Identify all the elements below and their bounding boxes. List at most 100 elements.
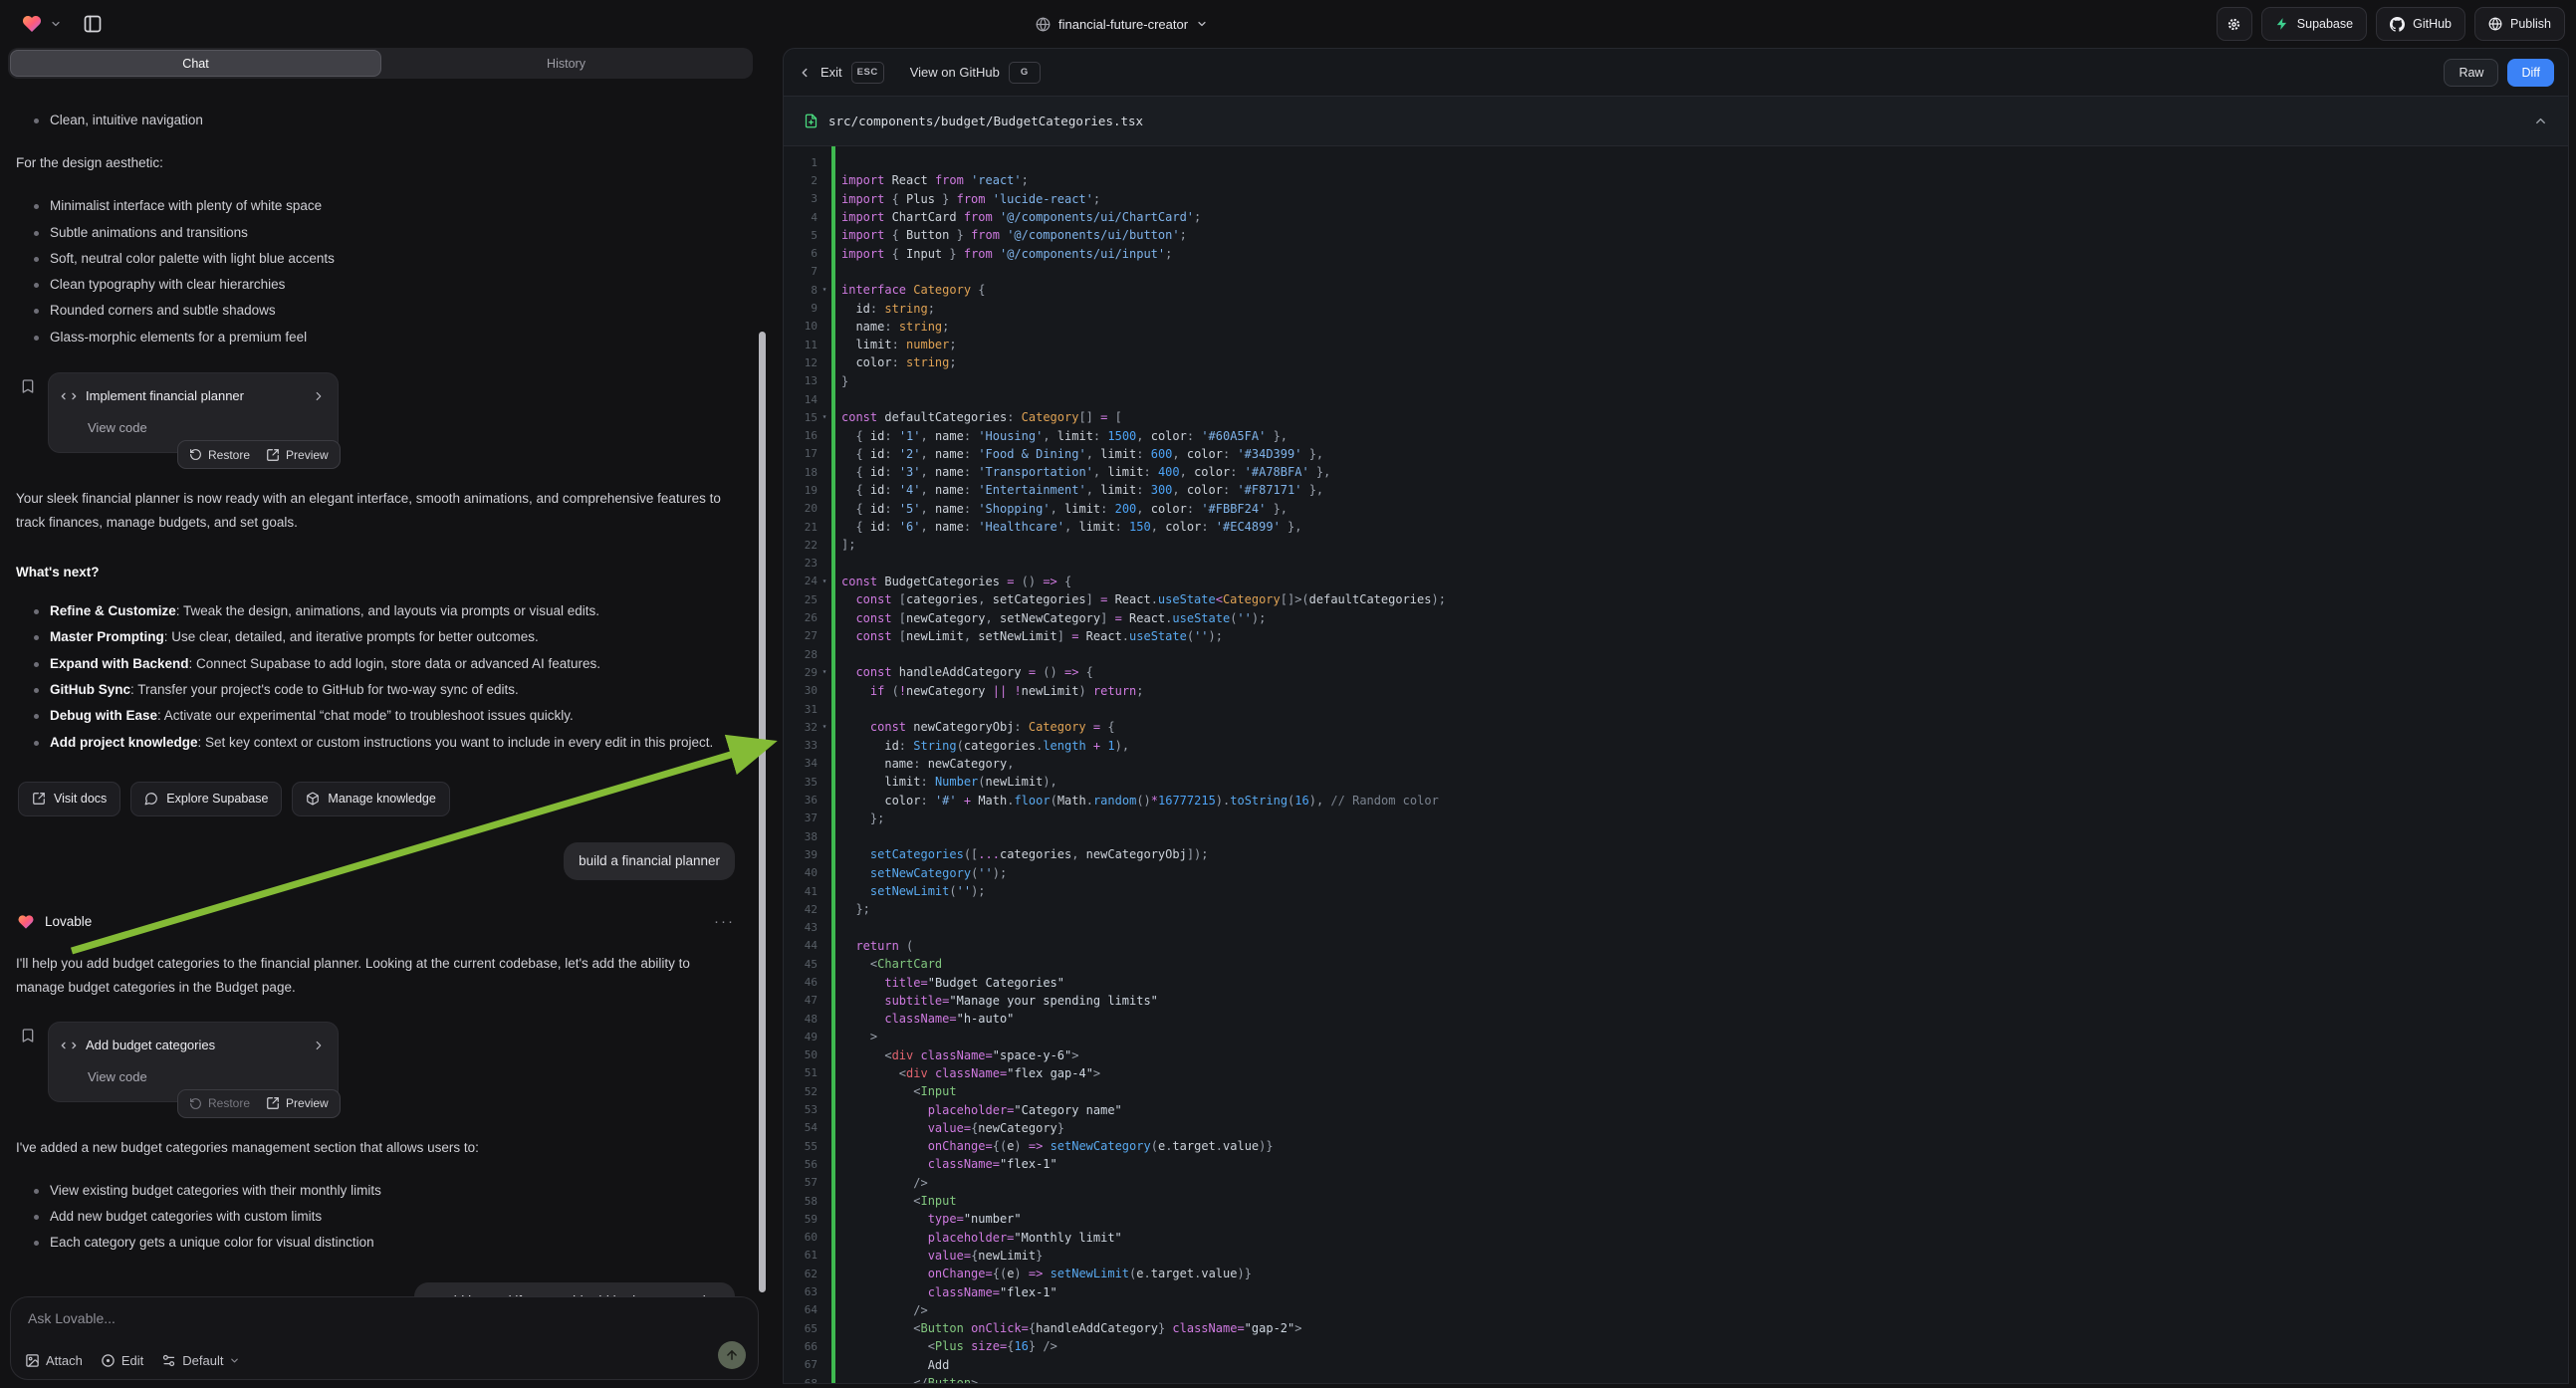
code-line: 34 name: newCategory, xyxy=(784,755,2568,773)
chat-paragraph: I'll help you add budget categories to t… xyxy=(16,952,735,1000)
code-line: 16 { id: '1', name: 'Housing', limit: 15… xyxy=(784,426,2568,444)
line-number: 50 xyxy=(784,1048,818,1061)
list-item: Debug with Ease: Activate our experiment… xyxy=(26,703,735,729)
chat-input[interactable]: Ask Lovable... xyxy=(28,1310,116,1326)
exit-button[interactable]: Exit ESC xyxy=(798,62,884,84)
tab-history[interactable]: History xyxy=(381,50,751,77)
bullet-dot xyxy=(34,257,39,262)
sidebar-toggle-button[interactable] xyxy=(78,9,108,39)
list-item: Expand with Backend: Connect Supabase to… xyxy=(26,651,735,677)
code-line: 26 const [newCategory, setNewCategory] =… xyxy=(784,608,2568,626)
manage-knowledge-button[interactable]: Manage knowledge xyxy=(292,782,449,816)
preview-button[interactable]: Preview xyxy=(266,443,329,467)
sliders-icon xyxy=(161,1353,176,1368)
settings-button[interactable] xyxy=(2217,7,2252,41)
restore-label: Restore xyxy=(208,1091,250,1115)
visit-docs-button[interactable]: Visit docs xyxy=(18,782,120,816)
code-line: 42 }; xyxy=(784,900,2568,918)
supabase-button[interactable]: Supabase xyxy=(2261,7,2367,41)
chat-paragraph: Your sleek financial planner is now read… xyxy=(16,487,735,535)
fold-toggle[interactable]: ▾ xyxy=(818,578,831,585)
code-line: 3import { Plus } from 'lucide-react'; xyxy=(784,190,2568,208)
line-number: 40 xyxy=(784,866,818,879)
chat-scrollbar[interactable] xyxy=(759,332,766,1292)
code-line: 9 id: string; xyxy=(784,299,2568,317)
list-item: Glass-morphic elements for a premium fee… xyxy=(26,325,735,350)
chevron-up-icon[interactable] xyxy=(2533,114,2548,128)
lovable-logo-icon[interactable] xyxy=(20,12,44,36)
list-item: Refine & Customize: Tweak the design, an… xyxy=(26,598,735,624)
bookmark-icon[interactable] xyxy=(20,378,36,402)
fold-toggle[interactable]: ▾ xyxy=(818,413,831,421)
edit-mode-button[interactable]: Edit xyxy=(101,1353,143,1368)
code-line: 18 { id: '3', name: 'Transportation', li… xyxy=(784,463,2568,481)
external-link-icon xyxy=(266,448,280,462)
line-number: 25 xyxy=(784,593,818,606)
mode-selector[interactable]: Default xyxy=(161,1353,240,1368)
code-line: 45 <ChartCard xyxy=(784,955,2568,973)
bullet-dot xyxy=(34,1241,39,1246)
chat-paragraph: I've added a new budget categories manag… xyxy=(16,1136,735,1160)
code-line: 25 const [categories, setCategories] = R… xyxy=(784,590,2568,608)
code-line: 54 value={newCategory} xyxy=(784,1119,2568,1137)
project-switcher[interactable]: financial-future-creator xyxy=(1036,0,1208,48)
attach-button[interactable]: Attach xyxy=(25,1353,83,1368)
line-number: 45 xyxy=(784,958,818,971)
restore-button[interactable]: Restore xyxy=(189,1091,250,1115)
code-line: 50 <div className="space-y-6"> xyxy=(784,1046,2568,1064)
line-number: 32 xyxy=(784,721,818,734)
file-path-bar[interactable]: src/components/budget/BudgetCategories.t… xyxy=(784,97,2568,146)
chat-composer[interactable]: Ask Lovable... Attach Edit Default xyxy=(10,1296,759,1380)
bookmark-icon[interactable] xyxy=(20,1028,36,1051)
supabase-icon xyxy=(2275,17,2289,31)
line-number: 59 xyxy=(784,1213,818,1226)
line-number: 67 xyxy=(784,1358,818,1371)
view-on-github-button[interactable]: View on GitHub G xyxy=(910,62,1041,84)
code-line: 33 id: String(categories.length + 1), xyxy=(784,737,2568,755)
bullet-dot xyxy=(34,336,39,341)
diff-button[interactable]: Diff xyxy=(2507,59,2554,87)
code-line: 60 placeholder="Monthly limit" xyxy=(784,1229,2568,1247)
attach-label: Attach xyxy=(46,1353,83,1368)
tab-chat[interactable]: Chat xyxy=(10,50,381,77)
line-number: 18 xyxy=(784,466,818,479)
view-code-link[interactable]: View code xyxy=(88,416,326,440)
line-number: 29 xyxy=(784,666,818,679)
chevron-down-icon[interactable] xyxy=(50,18,62,30)
line-number: 14 xyxy=(784,393,818,406)
code-line: 55 onChange={(e) => setNewCategory(e.tar… xyxy=(784,1137,2568,1155)
bullet-dot xyxy=(34,688,39,693)
line-number: 16 xyxy=(784,429,818,442)
line-number: 44 xyxy=(784,939,818,952)
code-line: 61 value={newLimit} xyxy=(784,1247,2568,1265)
project-name: financial-future-creator xyxy=(1058,17,1188,32)
bullet-dot xyxy=(34,283,39,288)
line-number: 55 xyxy=(784,1140,818,1153)
publish-button[interactable]: Publish xyxy=(2474,7,2565,41)
view-code-link[interactable]: View code xyxy=(88,1065,326,1089)
restore-button[interactable]: Restore xyxy=(189,443,250,467)
fold-toggle[interactable]: ▾ xyxy=(818,668,831,676)
message-menu-button[interactable]: ··· xyxy=(714,910,735,934)
code-line: 56 className="flex-1" xyxy=(784,1155,2568,1173)
fold-toggle[interactable]: ▾ xyxy=(818,723,831,731)
chat-heading: What's next? xyxy=(16,561,735,584)
send-button[interactable] xyxy=(718,1341,746,1369)
list-item: Clean typography with clear hierarchies xyxy=(26,272,735,298)
chat-message-list: Clean, intuitive navigationFor the desig… xyxy=(0,86,755,1296)
raw-button[interactable]: Raw xyxy=(2444,59,2498,87)
line-number: 6 xyxy=(784,247,818,260)
g-key-badge: G xyxy=(1009,62,1041,84)
explore-supabase-button[interactable]: Explore Supabase xyxy=(130,782,282,816)
fold-toggle[interactable]: ▾ xyxy=(818,286,831,294)
version-actions-pill: Restore Preview xyxy=(177,1089,341,1118)
github-button[interactable]: GitHub xyxy=(2376,7,2465,41)
preview-button[interactable]: Preview xyxy=(266,1091,329,1115)
view-on-github-label: View on GitHub xyxy=(910,65,1000,80)
line-number: 58 xyxy=(784,1195,818,1208)
code-line: 24▾const BudgetCategories = () => { xyxy=(784,573,2568,590)
github-label: GitHub xyxy=(2413,17,2452,31)
code-line: 11 limit: number; xyxy=(784,336,2568,353)
user-message-row: would be cool if you could add budget ca… xyxy=(16,1282,735,1296)
line-number: 41 xyxy=(784,885,818,898)
